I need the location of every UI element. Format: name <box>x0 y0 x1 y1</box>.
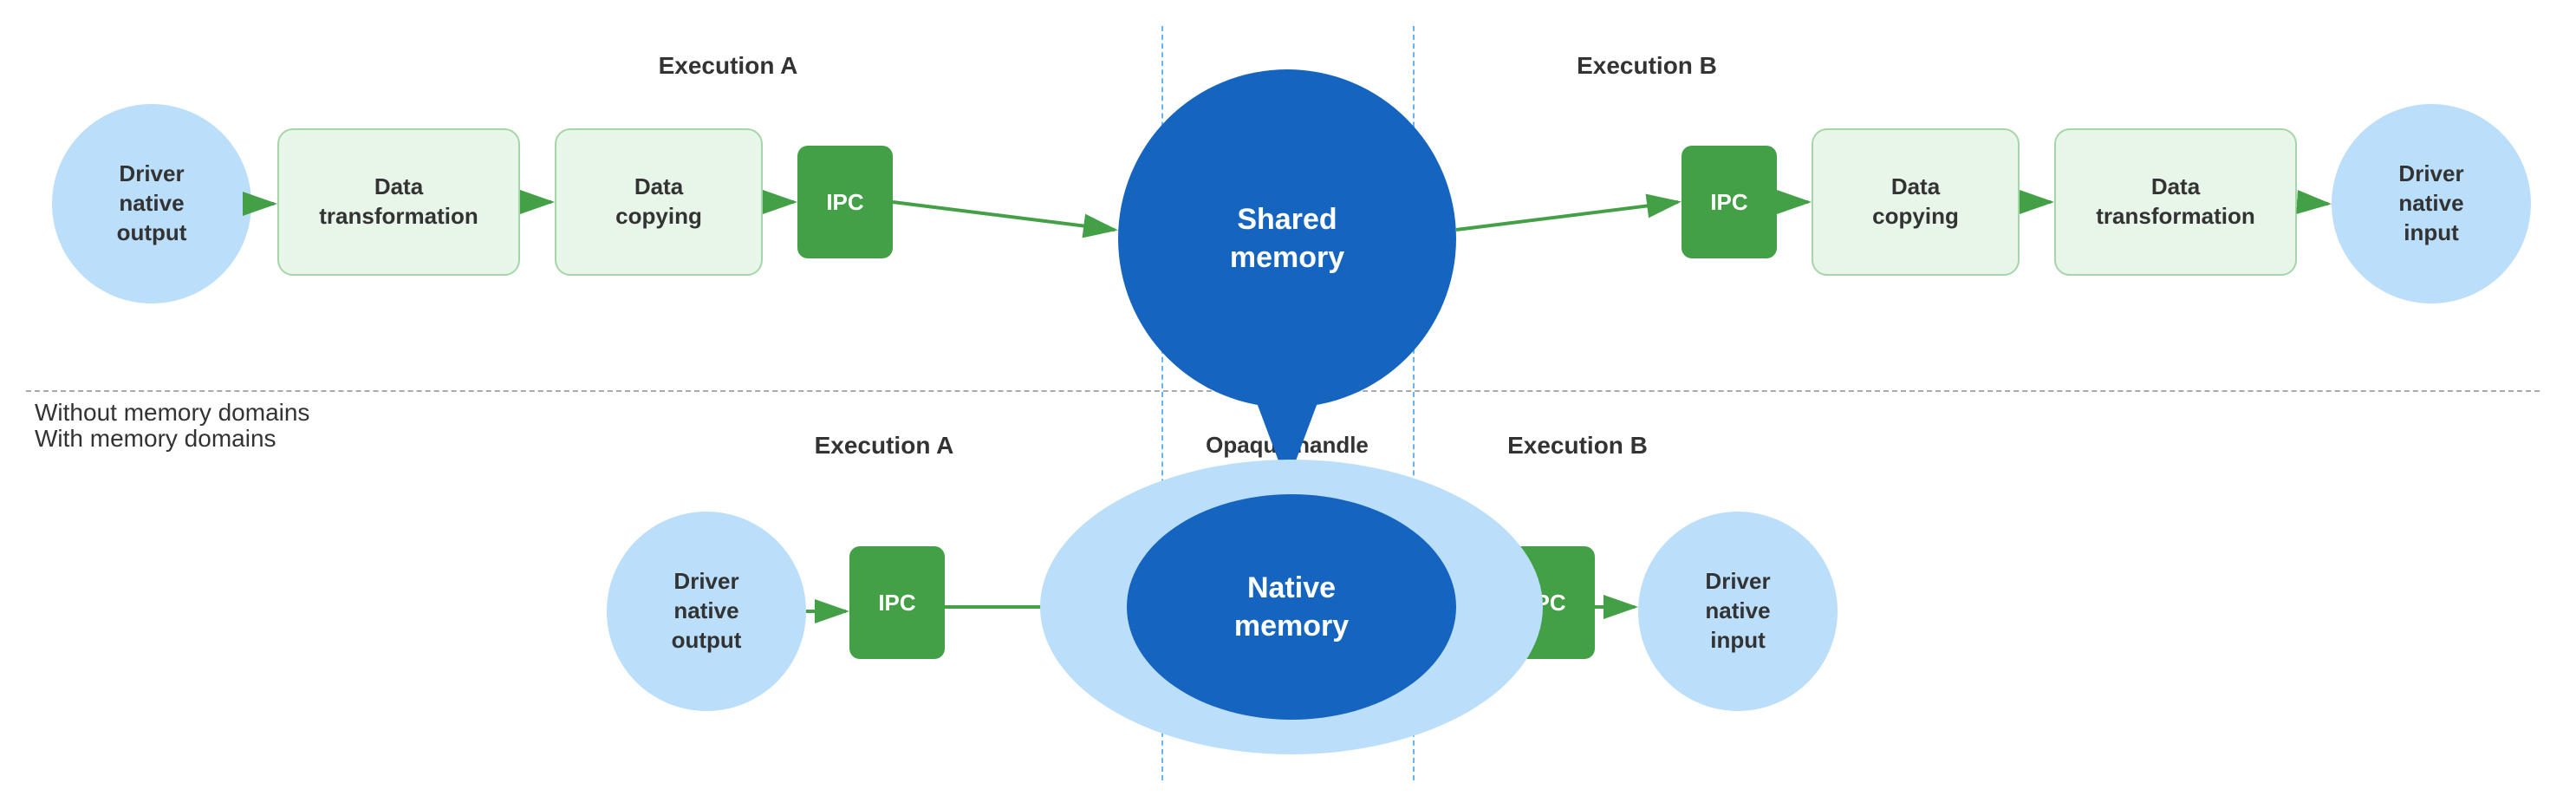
driver-native-input-bot: Driver native input <box>1638 512 1838 711</box>
opaque-handle-label: Opaque handle <box>1161 432 1413 459</box>
data-copy-a: Data copying <box>555 128 763 276</box>
data-transform-b: Data transformation <box>2054 128 2297 276</box>
ipc-c: IPC <box>849 546 945 659</box>
exec-a-bot-label: Execution A <box>780 432 988 460</box>
without-memory-domains-label: Without memory domains <box>35 399 309 427</box>
exec-b-top-label: Execution B <box>1543 52 1751 80</box>
data-transform-a: Data transformation <box>277 128 520 276</box>
data-copy-b: Data copying <box>1812 128 2020 276</box>
driver-native-output-bot: Driver native output <box>607 512 806 711</box>
shared-memory: Shared memory <box>1118 69 1456 408</box>
native-memory: Native memory <box>1127 494 1456 720</box>
with-memory-domains-label: With memory domains <box>35 425 276 453</box>
diagram-container: Without memory domains With memory domai… <box>0 0 2576 796</box>
ipc-a: IPC <box>797 146 893 258</box>
driver-native-input-top: Driver native input <box>2332 104 2531 303</box>
driver-native-output-top: Driver native output <box>52 104 251 303</box>
ipc-b: IPC <box>1682 146 1777 258</box>
exec-a-top-label: Execution A <box>624 52 832 80</box>
exec-b-bot-label: Execution B <box>1473 432 1682 460</box>
